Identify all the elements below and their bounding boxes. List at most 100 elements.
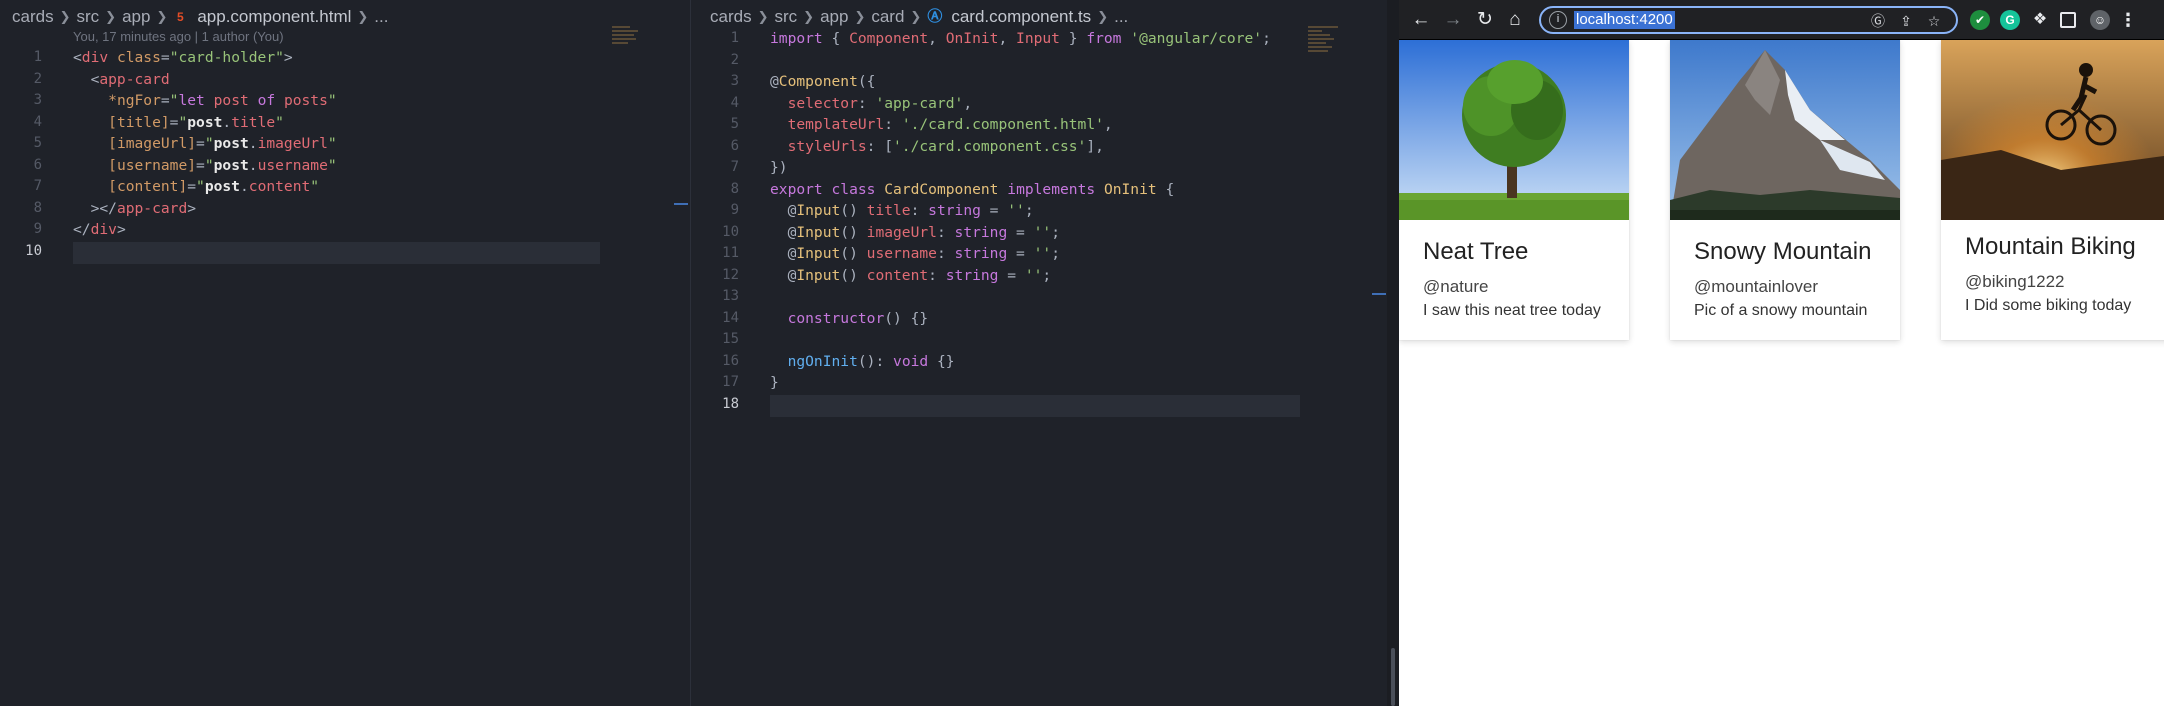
breadcrumb-file[interactable]: card.component.ts [951, 7, 1091, 27]
back-icon[interactable]: ← [1409, 8, 1433, 32]
home-icon[interactable]: ⌂ [1503, 8, 1527, 32]
code-line[interactable]: [content]="post.content" [73, 176, 319, 197]
code-line[interactable]: *ngFor="let post of posts" [73, 90, 337, 111]
code-line[interactable]: [username]="post.username" [73, 155, 337, 176]
minimap[interactable] [612, 26, 672, 66]
code-line[interactable]: styleUrls: ['./card.component.css'], [770, 136, 1104, 157]
breadcrumb-item[interactable]: app [820, 7, 848, 27]
breadcrumb-item[interactable]: card [871, 7, 904, 27]
code-line[interactable]: @Input() content: string = ''; [770, 265, 1052, 286]
code-line[interactable]: ngOnInit(): void {} [770, 351, 955, 372]
code-token: () {} [884, 309, 929, 327]
code-token: " [275, 113, 284, 131]
code-line[interactable]: @Input() imageUrl: string = ''; [770, 222, 1060, 243]
code-token: @ [770, 73, 779, 90]
code-token: " [178, 113, 188, 131]
code-line[interactable]: ></app-card> [73, 198, 196, 219]
code-line[interactable]: @Input() username: string = ''; [770, 243, 1060, 264]
angular-icon: Ⓐ [927, 8, 943, 25]
grammarly-icon[interactable]: G [2000, 10, 2020, 30]
code-token: Input [796, 266, 841, 284]
more-menu-icon[interactable]: ⋮ [2118, 10, 2138, 30]
line-number: 7 [33, 178, 42, 194]
code-token: = [196, 156, 205, 174]
google-lens-icon[interactable]: Ⓖ [1869, 12, 1887, 30]
code-line[interactable]: [title]="post.title" [73, 112, 284, 133]
code-token: username [866, 245, 937, 262]
code-line[interactable]: selector: 'app-card', [770, 93, 973, 114]
breadcrumb-symbols[interactable]: ... [374, 7, 388, 27]
chevron-right-icon: ❯ [1097, 9, 1109, 24]
card-content: Pic of a snowy mountain [1694, 302, 1868, 319]
code-token: templateUrl [787, 116, 885, 133]
reload-icon[interactable]: ↻ [1473, 8, 1497, 32]
breadcrumb: cards ❯ src ❯ app ❯ 5 app.component.html ❯ .… [12, 6, 388, 28]
code-token: }) [770, 159, 788, 176]
code-line[interactable]: <app-card [73, 69, 170, 90]
code-line[interactable]: <div class="card-holder"> [73, 47, 293, 68]
code-token: () [840, 223, 867, 241]
code-line[interactable]: } [770, 372, 779, 393]
git-blame-codelens[interactable]: You, 17 minutes ago | 1 author (You) [73, 29, 284, 44]
code-line[interactable]: }) [770, 157, 788, 178]
browser-window: ← → ↻ ⌂ i localhost:4200 Ⓖ ⇪ ☆ ✔ G ❖ ☺ ⋮ [1399, 0, 2164, 706]
share-icon[interactable]: ⇪ [1897, 12, 1915, 30]
code-token: imageUrl [257, 135, 328, 152]
tree-photo [1399, 40, 1629, 220]
line-number: 2 [730, 51, 739, 68]
editor-pane-app-component[interactable]: cards ❯ src ❯ app ❯ 5 app.component.html ❯ .… [0, 0, 690, 706]
line-number: 11 [722, 245, 739, 261]
code-token: : [884, 116, 902, 133]
code-line[interactable]: constructor() {} [770, 308, 929, 329]
code-token: < [73, 49, 82, 66]
line-number: 15 [722, 331, 739, 347]
code-token: posts [283, 92, 328, 109]
line-number: 10 [25, 242, 42, 259]
breadcrumb-file[interactable]: app.component.html [197, 7, 351, 27]
puzzle-extensions-icon[interactable]: ❖ [2030, 10, 2050, 30]
code-token: post [213, 92, 249, 109]
code-line[interactable]: templateUrl: './card.component.html', [770, 114, 1113, 135]
code-token: '@angular/core' [1130, 30, 1263, 47]
breadcrumb-item[interactable]: app [122, 7, 150, 27]
minimap[interactable] [1308, 26, 1368, 66]
code-token: , [963, 94, 973, 112]
site-info-icon[interactable]: i [1549, 11, 1567, 29]
code-token: div [81, 49, 109, 66]
side-panel-icon[interactable] [2060, 12, 2076, 28]
code-line[interactable]: </div> [73, 219, 126, 240]
code-line[interactable]: @Component({ [770, 71, 875, 92]
profile-avatar-icon[interactable]: ☺ [2090, 10, 2110, 30]
code-token: [imageUrl] [108, 135, 197, 152]
code-token: ; [1024, 202, 1034, 219]
breadcrumb-item[interactable]: src [76, 7, 99, 27]
breadcrumb-item[interactable]: cards [710, 7, 752, 27]
forward-icon[interactable]: → [1441, 8, 1465, 32]
code-token: ({ [857, 73, 876, 90]
code-token: " [327, 92, 337, 109]
code-token: " [310, 178, 320, 195]
url-text[interactable]: localhost:4200 [1574, 11, 1675, 29]
scrollbar-change-marker [674, 203, 688, 205]
scrollbar-thumb[interactable] [1391, 648, 1395, 706]
code-token: app-card [116, 199, 188, 217]
pane-divider[interactable] [1387, 0, 1399, 706]
code-line[interactable]: [imageUrl]="post.imageUrl" [73, 133, 337, 154]
bookmark-star-icon[interactable]: ☆ [1925, 12, 1943, 30]
breadcrumb-item[interactable]: src [774, 7, 797, 27]
breadcrumb-item[interactable]: cards [12, 7, 54, 27]
breadcrumb-symbols[interactable]: ... [1114, 7, 1128, 27]
vpn-shield-icon[interactable]: ✔ [1970, 10, 1990, 30]
editor-pane-card-component[interactable]: cards ❯ src ❯ app ❯ card ❯ Ⓐ card.component.… [690, 0, 1387, 706]
address-bar[interactable]: i localhost:4200 Ⓖ ⇪ ☆ [1539, 6, 1958, 34]
code-line[interactable]: import { Component, OnInit, Input } from… [770, 28, 1271, 49]
code-line[interactable]: @Input() title: string = ''; [770, 200, 1034, 221]
code-line[interactable]: export class CardComponent implements On… [770, 179, 1174, 200]
